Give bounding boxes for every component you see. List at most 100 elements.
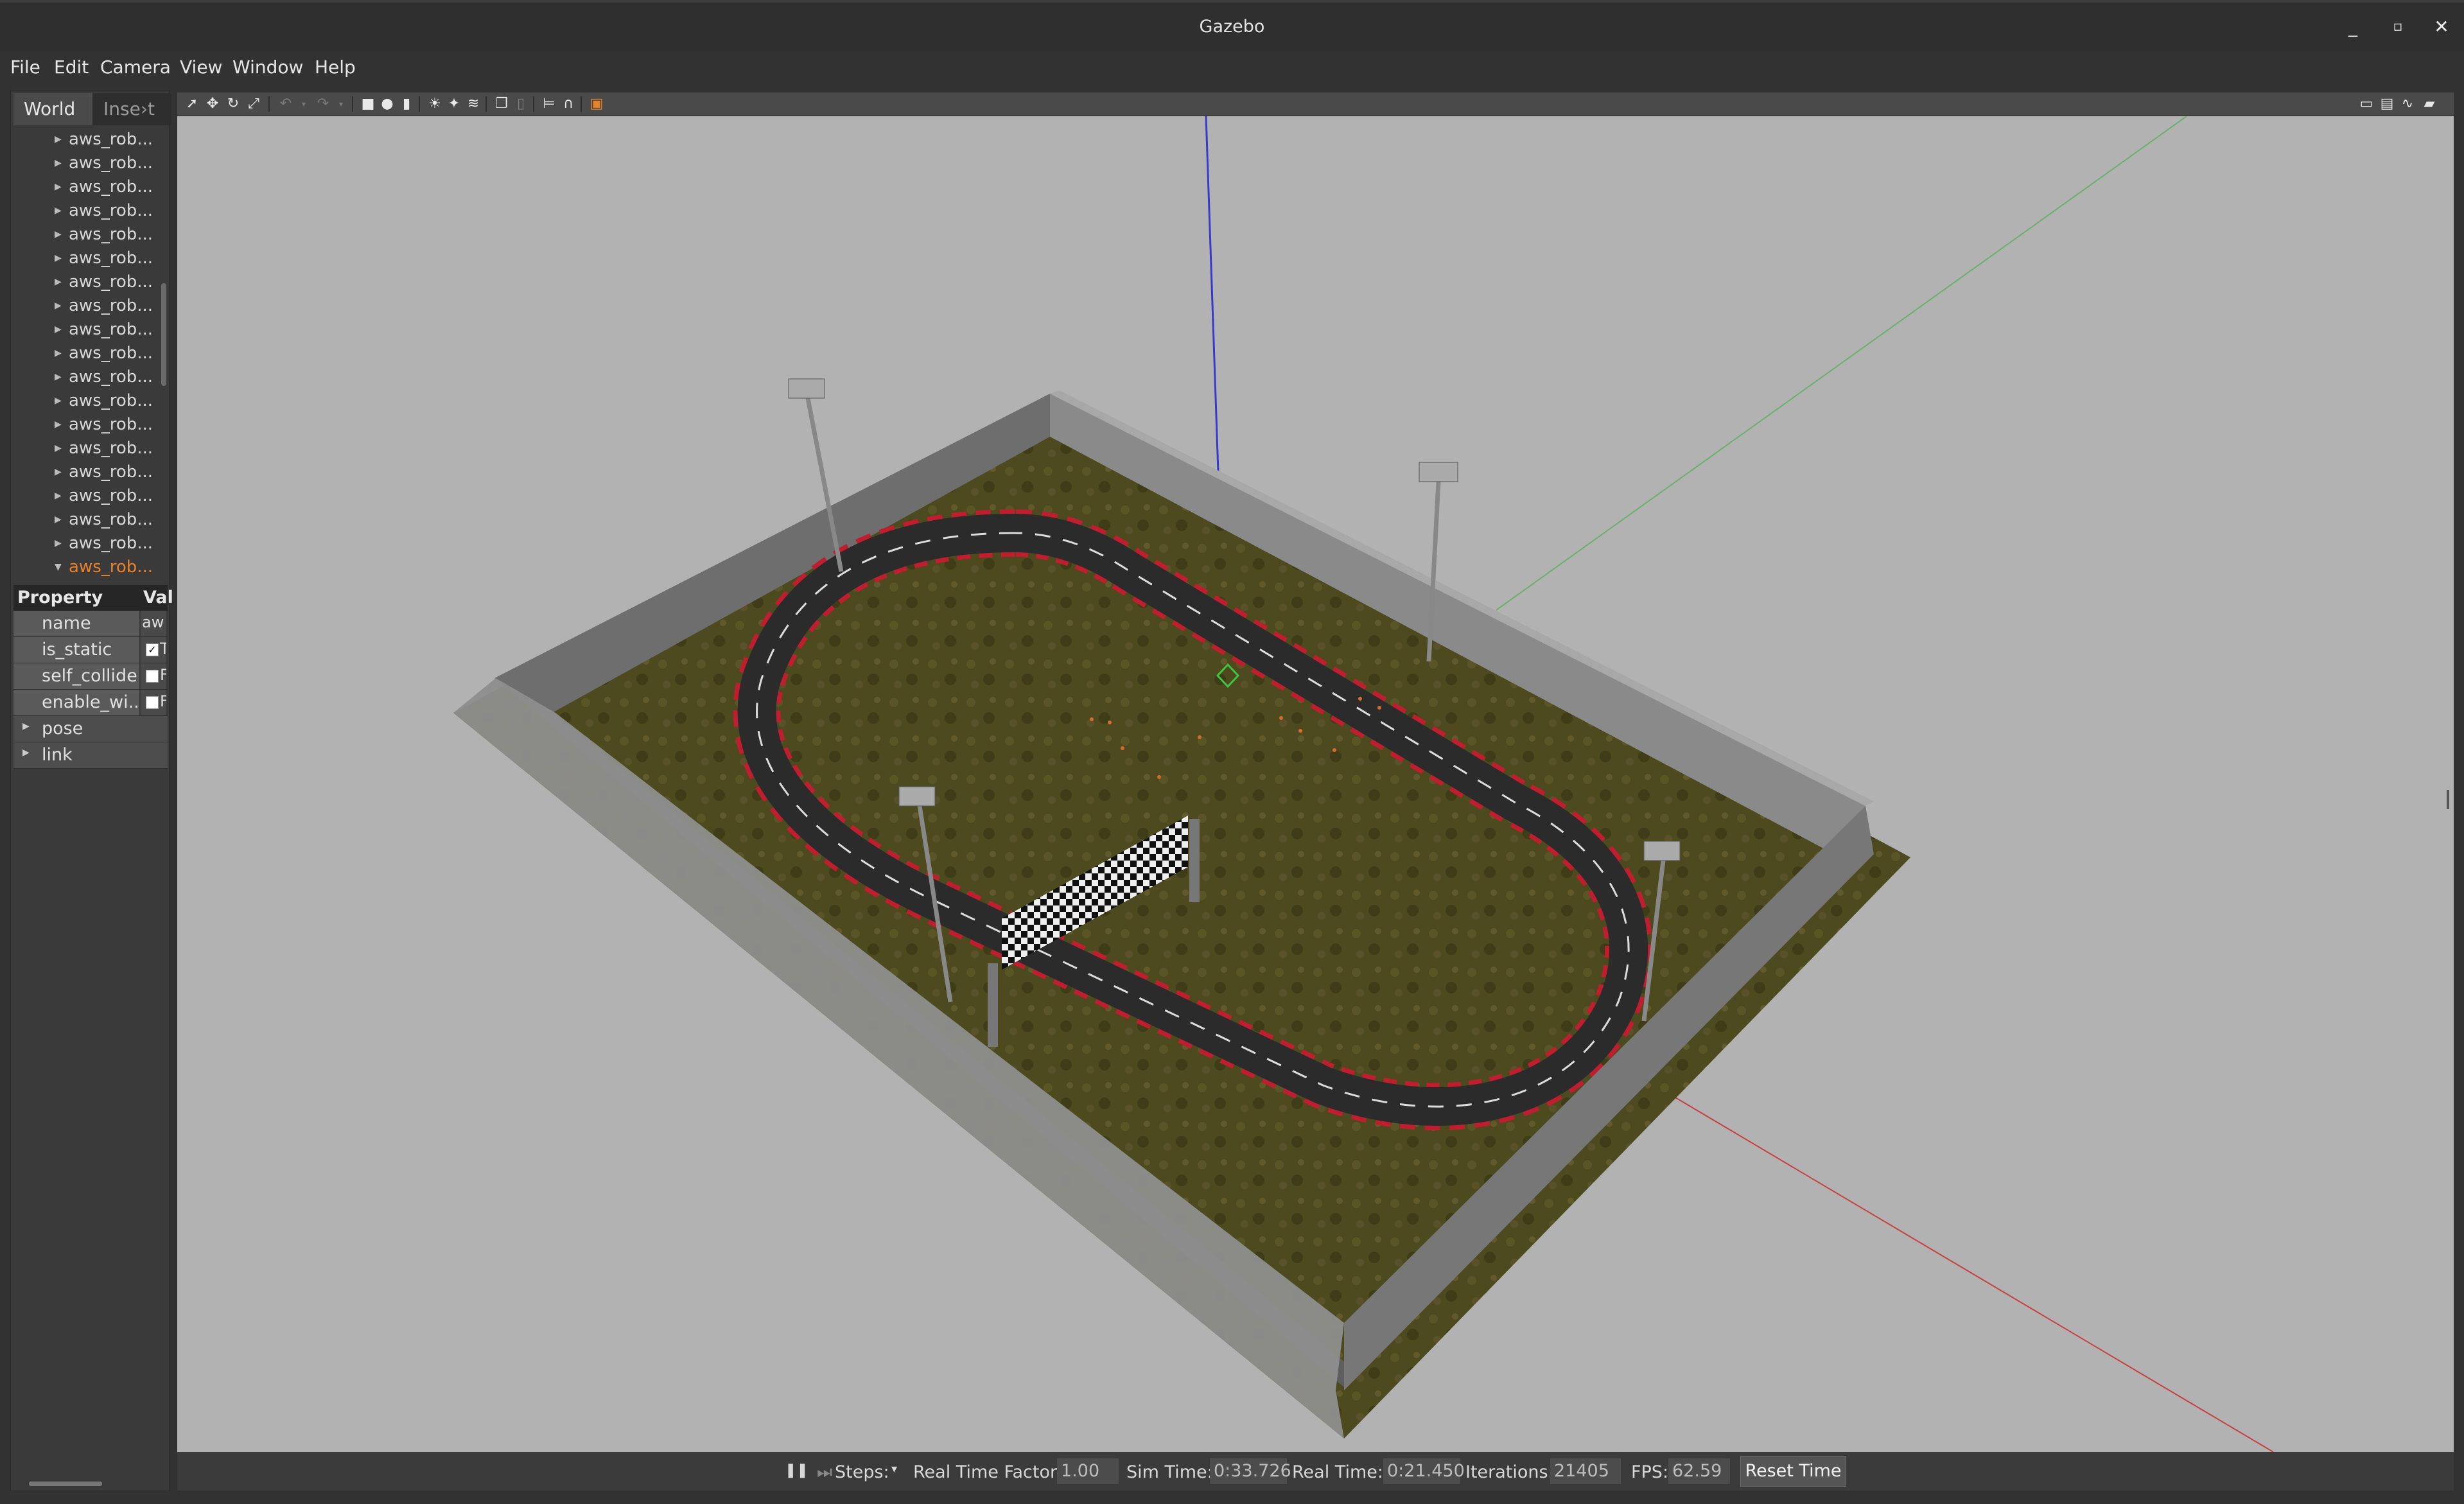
tree-item[interactable]: ▼ aws_rob... xyxy=(13,555,162,579)
expand-arrow-icon[interactable]: ▶ xyxy=(55,152,62,175)
color-icon[interactable]: ▣ xyxy=(588,96,605,112)
property-value-cell[interactable]: ✓ T xyxy=(141,637,166,663)
expand-arrow-icon[interactable]: ▶ xyxy=(55,247,62,270)
expand-arrow-icon[interactable]: ▶ xyxy=(55,199,62,223)
expand-arrow-icon[interactable]: ▶ xyxy=(55,318,62,342)
tree-item[interactable]: ▶ aws_rob... xyxy=(13,294,162,318)
property-value-cell[interactable]: F xyxy=(141,663,166,689)
property-key: self_collide xyxy=(42,666,137,686)
rotate-icon[interactable]: ↻ xyxy=(225,96,241,112)
pause-icon[interactable]: ❚❚ xyxy=(785,1462,808,1478)
expand-arrow-icon[interactable]: ▶ xyxy=(55,484,62,508)
expand-arrow-icon[interactable]: ▶ xyxy=(55,175,62,199)
menu-help[interactable]: Help xyxy=(315,57,356,78)
property-row-self-collide[interactable]: self_collide F xyxy=(13,663,168,690)
expand-arrow-icon[interactable]: ▶ xyxy=(55,437,62,460)
expand-arrow-icon[interactable]: ▶ xyxy=(22,721,30,731)
expand-arrow-icon[interactable]: ▶ xyxy=(55,460,62,484)
menu-bar: File Edit Camera View Window Help xyxy=(0,51,2464,90)
expand-arrow-icon[interactable]: ▶ xyxy=(55,270,62,294)
tab-world[interactable]: World xyxy=(13,93,92,125)
snap-icon[interactable]: ∩ xyxy=(560,96,577,112)
menu-camera[interactable]: Camera xyxy=(100,57,171,78)
redo-history-icon[interactable]: ▾ xyxy=(333,96,349,112)
tree-item[interactable]: ▶ aws_rob... xyxy=(13,342,162,365)
expand-arrow-icon[interactable]: ▶ xyxy=(55,389,62,413)
maximize-icon[interactable]: ▫ xyxy=(2385,14,2411,40)
tree-item[interactable]: ▶ aws_rob... xyxy=(13,437,162,460)
tab-insert[interactable]: Inse›t xyxy=(93,93,171,125)
spot-light-icon[interactable]: ✦ xyxy=(446,96,462,112)
select-icon[interactable]: ➚ xyxy=(184,96,200,112)
menu-view[interactable]: View xyxy=(180,57,222,78)
sphere-icon[interactable]: ● xyxy=(379,96,396,112)
paste-icon[interactable]: ▯ xyxy=(512,96,529,112)
property-row-name[interactable]: name aw xyxy=(13,611,168,637)
tree-item[interactable]: ▶ aws_rob... xyxy=(13,484,162,508)
box-icon[interactable]: ■ xyxy=(360,96,376,112)
right-panel-handle[interactable] xyxy=(2447,790,2449,809)
expand-arrow-icon[interactable]: ▶ xyxy=(55,508,62,532)
menu-window[interactable]: Window xyxy=(232,57,303,78)
sim-time-value: 0:33.726 xyxy=(1210,1458,1291,1484)
property-value-cell[interactable]: F xyxy=(141,690,166,715)
tree-item[interactable]: ▶ aws_rob... xyxy=(13,365,162,389)
property-group-pose[interactable]: ▶ pose xyxy=(13,716,168,742)
menu-file[interactable]: File xyxy=(10,57,40,78)
checkbox-unchecked[interactable] xyxy=(146,696,159,709)
expand-arrow-icon[interactable]: ▶ xyxy=(55,294,62,318)
undo-history-icon[interactable]: ▾ xyxy=(295,96,312,112)
expand-arrow-icon[interactable]: ▶ xyxy=(55,413,62,437)
tree-item[interactable]: ▶ aws_rob... xyxy=(13,460,162,484)
tree-item[interactable]: ▶ aws_rob... xyxy=(13,175,162,199)
checkbox-checked[interactable]: ✓ xyxy=(146,643,159,656)
property-value-cell[interactable]: aw xyxy=(141,611,166,636)
tree-item[interactable]: ▶ aws_rob... xyxy=(13,389,162,413)
checkbox-unchecked[interactable] xyxy=(146,670,159,683)
horizontal-scrollbar[interactable] xyxy=(29,1482,102,1486)
video-icon[interactable]: ▰ xyxy=(2421,96,2438,112)
close-icon[interactable]: ✕ xyxy=(2429,14,2454,40)
expand-arrow-icon[interactable]: ▶ xyxy=(55,223,62,247)
minimize-icon[interactable]: _ xyxy=(2340,14,2366,40)
scene-viewport[interactable] xyxy=(177,116,2454,1452)
expand-arrow-icon[interactable]: ▶ xyxy=(22,748,30,758)
tree-item[interactable]: ▶ aws_rob... xyxy=(13,199,162,223)
tree-item[interactable]: ▶ aws_rob... xyxy=(13,223,162,247)
window-title: Gazebo xyxy=(1199,17,1265,37)
plot-icon[interactable]: ∿ xyxy=(2399,96,2416,112)
expand-arrow-icon[interactable]: ▶ xyxy=(55,128,62,152)
expand-arrow-icon[interactable]: ▶ xyxy=(55,532,62,555)
reset-time-button[interactable]: Reset Time xyxy=(1740,1456,1846,1487)
expand-arrow-icon[interactable]: ▶ xyxy=(55,342,62,365)
tree-item[interactable]: ▶ aws_rob... xyxy=(13,508,162,532)
copy-icon[interactable]: ❐ xyxy=(493,96,510,112)
align-icon[interactable]: ⊨ xyxy=(541,96,557,112)
tree-scrollbar[interactable] xyxy=(161,283,166,386)
directional-light-icon[interactable]: ≋ xyxy=(465,96,482,112)
expand-arrow-icon[interactable]: ▼ xyxy=(55,555,62,579)
property-row-is-static[interactable]: is_static ✓ T xyxy=(13,637,168,663)
point-light-icon[interactable]: ☀ xyxy=(426,96,443,112)
step-icon[interactable]: ⏭ xyxy=(817,1462,832,1483)
tree-item[interactable]: ▶ aws_rob... xyxy=(13,270,162,294)
scene-3d[interactable] xyxy=(177,116,2454,1452)
tree-item[interactable]: ▶ aws_rob... xyxy=(13,152,162,175)
property-group-link[interactable]: ▶ link xyxy=(13,742,168,769)
translate-icon[interactable]: ✥ xyxy=(204,96,221,112)
tree-item[interactable]: ▶ aws_rob... xyxy=(13,318,162,342)
scale-icon[interactable]: ⤢ xyxy=(245,96,262,112)
tree-item[interactable]: ▶ aws_rob... xyxy=(13,532,162,555)
cylinder-icon[interactable]: ▮ xyxy=(398,96,415,112)
tree-item[interactable]: ▶ aws_rob... xyxy=(13,247,162,270)
steps-dropdown-icon[interactable]: ▾ xyxy=(891,1462,897,1476)
property-row-enable-wind[interactable]: enable_wi... F xyxy=(13,690,168,716)
undo-icon[interactable]: ↶ xyxy=(277,96,294,112)
expand-arrow-icon[interactable]: ▶ xyxy=(55,365,62,389)
log-icon[interactable]: ▤ xyxy=(2379,96,2395,112)
menu-edit[interactable]: Edit xyxy=(54,57,89,78)
screenshot-icon[interactable]: ▭ xyxy=(2358,96,2375,112)
tree-item[interactable]: ▶ aws_rob... xyxy=(13,128,162,152)
redo-icon[interactable]: ↷ xyxy=(315,96,331,112)
tree-item[interactable]: ▶ aws_rob... xyxy=(13,413,162,437)
